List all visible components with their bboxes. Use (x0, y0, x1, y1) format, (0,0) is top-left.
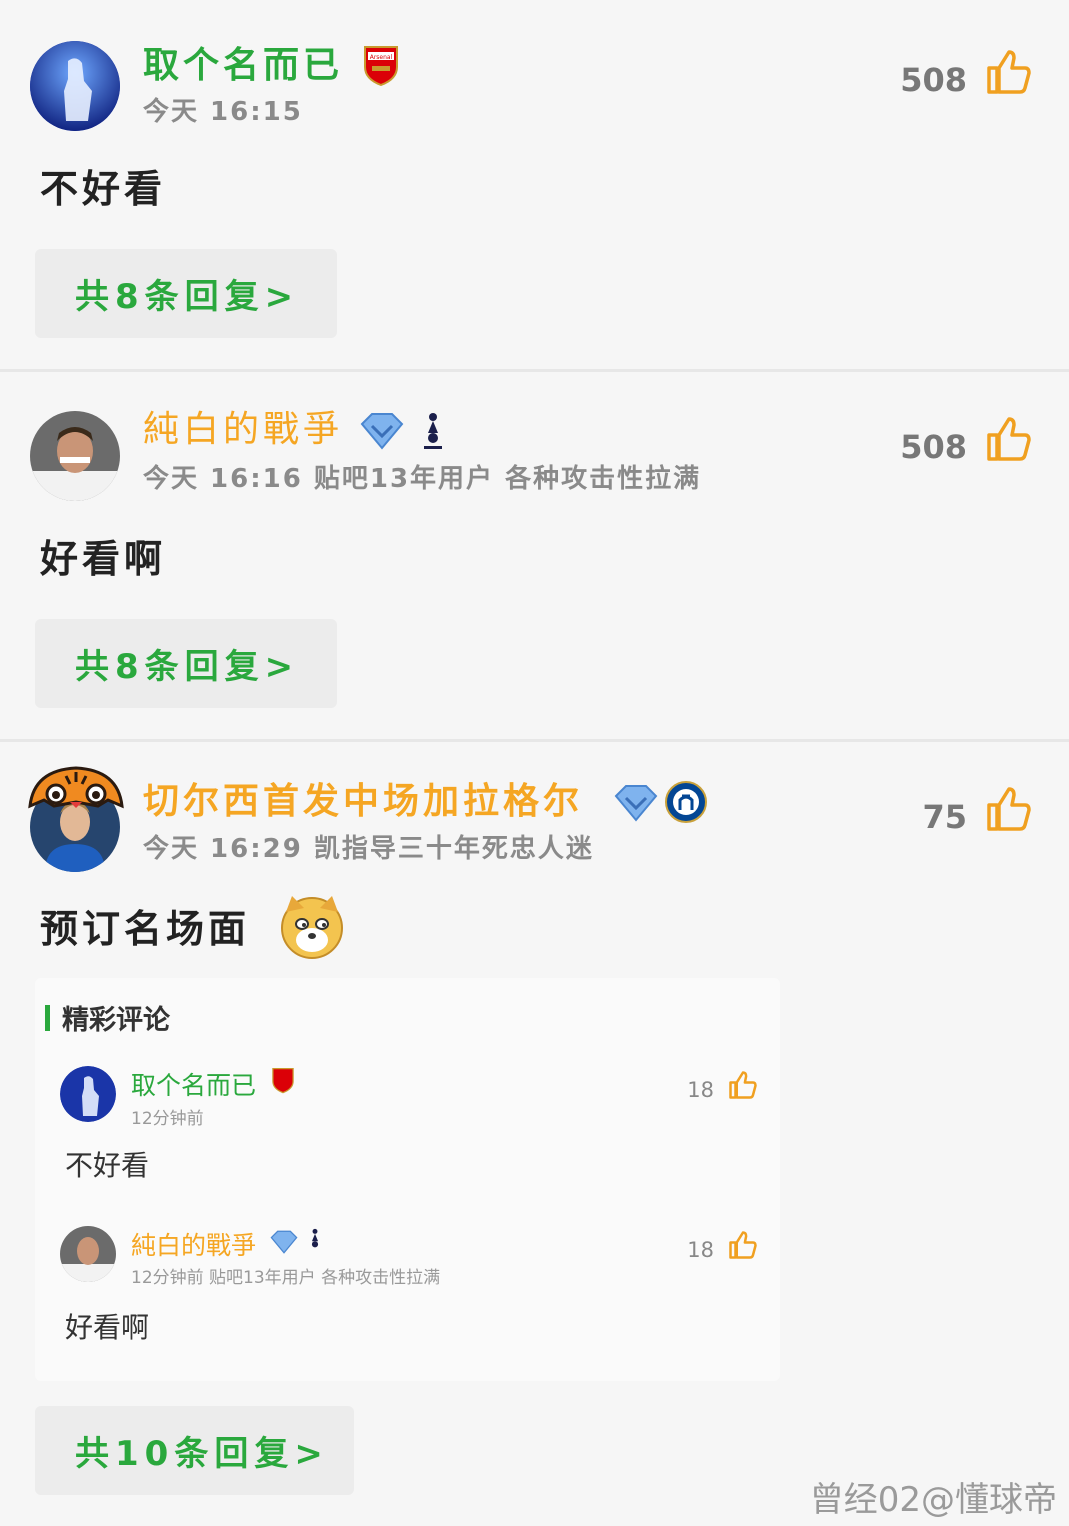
avatar[interactable] (30, 41, 120, 131)
tiger-frame-icon (26, 766, 126, 830)
highlight-text: 不好看 (65, 1149, 150, 1182)
comment-item: 純白的戰爭 今天 16:16 贴吧13年用户 各种攻击性拉满 508 好看啊 共… (0, 372, 1069, 740)
highlights-title-text: 精彩评论 (62, 1005, 170, 1036)
view-replies-button[interactable]: 共10条回复> (35, 1406, 354, 1495)
comment-item: 切尔西首发中场加拉格尔 今天 16:29 凯指导三十年死忠人迷 75 预订名场面 (0, 742, 1069, 1526)
arsenal-badge-icon (271, 1066, 295, 1098)
thumbs-up-icon[interactable] (985, 785, 1033, 833)
highlights-title: 精彩评论 (45, 998, 170, 1037)
thumbs-up-icon (729, 1071, 757, 1099)
diamond-icon (270, 1230, 298, 1258)
comment-text: 不好看 (40, 167, 167, 211)
highlight-text: 好看啊 (65, 1311, 150, 1344)
thumbs-up-icon[interactable] (985, 48, 1033, 96)
username[interactable]: 切尔西首发中场加拉格尔 (143, 780, 583, 824)
doge-emoji-icon (278, 892, 346, 964)
thumbs-up-icon[interactable] (985, 415, 1033, 463)
comment-meta: 今天 16:29 凯指导三十年死忠人迷 (143, 834, 594, 864)
chelsea-badge-icon (664, 780, 708, 828)
tottenham-badge-icon (420, 410, 446, 456)
highlight-like-count: 18 (687, 1078, 714, 1102)
diamond-icon (360, 412, 404, 454)
diamond-icon (614, 784, 658, 826)
comment-item: 取个名而已 Arsenal 今天 16:15 508 不好看 共8条回复> (0, 0, 1069, 370)
avatar[interactable] (30, 411, 120, 501)
highlight-like-count: 18 (687, 1238, 714, 1262)
username[interactable]: 取个名而已 (143, 44, 343, 88)
comment-text: 好看啊 (40, 537, 167, 581)
like-count: 75 (922, 798, 967, 836)
title-accent-bar (45, 1004, 50, 1031)
comment-feed: 取个名而已 Arsenal 今天 16:15 508 不好看 共8条回复> 純白… (0, 0, 1069, 1526)
tottenham-badge-icon (307, 1226, 323, 1258)
highlight-meta: 12分钟前 贴吧13年用户 各种攻击性拉满 (131, 1268, 441, 1288)
highlight-username: 取个名而已 (131, 1071, 257, 1100)
avatar (60, 1066, 116, 1122)
thumbs-up-icon (729, 1231, 757, 1259)
highlight-username: 純白的戰爭 (131, 1231, 257, 1260)
like-count: 508 (900, 428, 967, 466)
highlight-meta: 12分钟前 (131, 1109, 204, 1129)
arsenal-badge-icon: Arsenal (362, 44, 400, 90)
username[interactable]: 純白的戰爭 (143, 408, 343, 452)
comment-meta: 今天 16:16 贴吧13年用户 各种攻击性拉满 (143, 464, 702, 494)
comment-text: 预订名场面 (40, 907, 251, 951)
watermark: 曾经02@懂球帝 (809, 1480, 1057, 1520)
view-replies-button[interactable]: 共8条回复> (35, 619, 337, 708)
avatar (60, 1226, 116, 1282)
like-count: 508 (900, 61, 967, 99)
highlight-comments-box[interactable]: 精彩评论 取个名而已 12分钟前 18 不好看 純白的戰爭 12分钟前 贴吧13… (35, 978, 780, 1381)
svg-text:Arsenal: Arsenal (370, 54, 393, 61)
comment-time: 今天 16:15 (143, 97, 303, 127)
view-replies-button[interactable]: 共8条回复> (35, 249, 337, 338)
